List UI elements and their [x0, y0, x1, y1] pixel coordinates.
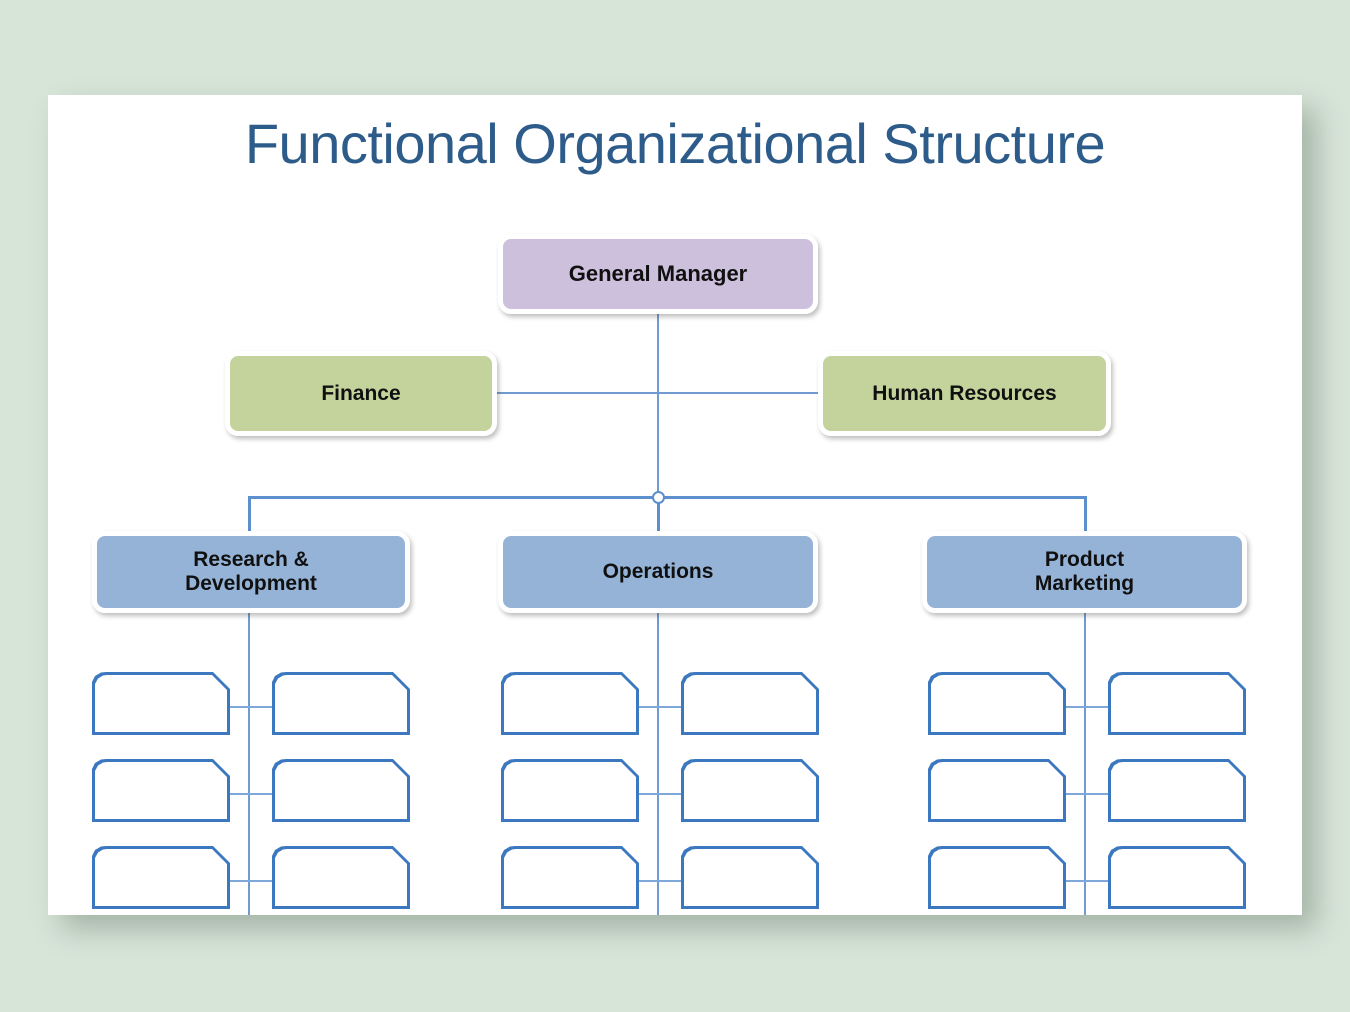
org-leaf-inner — [931, 675, 1063, 732]
org-leaf-box[interactable] — [92, 846, 230, 909]
leaf-stub — [230, 706, 272, 708]
org-leaf-box[interactable] — [681, 759, 819, 822]
org-node-label: Research & Development — [177, 548, 325, 595]
org-leaf-box[interactable] — [272, 846, 410, 909]
connector-gm-trunk — [657, 314, 659, 498]
org-leaf-inner — [931, 762, 1063, 819]
leaf-stub — [1066, 793, 1108, 795]
org-leaf-inner — [504, 849, 636, 906]
leaf-stub — [230, 880, 272, 882]
org-leaf-box[interactable] — [1108, 759, 1246, 822]
org-leaf-inner — [1111, 675, 1243, 732]
org-leaf-inner — [275, 849, 407, 906]
org-leaf-inner — [95, 675, 227, 732]
org-leaf-box[interactable] — [928, 672, 1066, 735]
connector-distribution-bar — [248, 496, 1086, 499]
org-leaf-box[interactable] — [928, 759, 1066, 822]
org-leaf-box[interactable] — [501, 846, 639, 909]
page-title: Functional Organizational Structure — [244, 112, 1106, 175]
org-node-label: Human Resources — [872, 381, 1057, 405]
org-node-product-marketing[interactable]: Product Marketing — [922, 531, 1247, 613]
connector-drop-left — [248, 496, 251, 531]
slide-canvas: Functional Organizational Structure Gene… — [0, 0, 1350, 1012]
org-node-general-manager[interactable]: General Manager — [498, 234, 818, 314]
org-node-label: Product Marketing — [1027, 548, 1142, 595]
org-leaf-box[interactable] — [272, 672, 410, 735]
leaf-stub — [1066, 880, 1108, 882]
org-node-label: General Manager — [568, 260, 748, 286]
org-leaf-inner — [684, 675, 816, 732]
org-leaf-box[interactable] — [681, 672, 819, 735]
connector-finance-hr — [497, 392, 818, 394]
org-leaf-box[interactable] — [1108, 846, 1246, 909]
org-leaf-box[interactable] — [1108, 672, 1246, 735]
spine-research-development — [248, 613, 250, 915]
connector-drop-right — [1084, 496, 1087, 531]
slide-panel: Functional Organizational Structure Gene… — [48, 95, 1302, 915]
leaf-stub — [639, 793, 681, 795]
org-leaf-box[interactable] — [92, 759, 230, 822]
org-node-human-resources[interactable]: Human Resources — [818, 351, 1111, 436]
junction-node — [652, 491, 665, 504]
org-leaf-inner — [1111, 762, 1243, 819]
org-leaf-box[interactable] — [272, 759, 410, 822]
org-leaf-inner — [504, 675, 636, 732]
org-leaf-inner — [275, 675, 407, 732]
org-leaf-box[interactable] — [681, 846, 819, 909]
org-leaf-inner — [275, 762, 407, 819]
org-node-operations[interactable]: Operations — [498, 531, 818, 613]
spine-product-marketing — [1084, 613, 1086, 915]
org-node-label: Operations — [602, 560, 714, 584]
org-leaf-box[interactable] — [92, 672, 230, 735]
org-node-finance[interactable]: Finance — [225, 351, 497, 436]
spine-operations — [657, 613, 659, 915]
org-leaf-inner — [95, 849, 227, 906]
org-leaf-box[interactable] — [501, 759, 639, 822]
org-leaf-inner — [1111, 849, 1243, 906]
leaf-stub — [1066, 706, 1108, 708]
org-leaf-box[interactable] — [928, 846, 1066, 909]
org-node-research-development[interactable]: Research & Development — [92, 531, 410, 613]
leaf-stub — [639, 880, 681, 882]
org-node-label-line1: Product — [1044, 548, 1125, 572]
org-node-label-line1: Research & — [193, 548, 309, 572]
org-leaf-inner — [504, 762, 636, 819]
org-node-label: Finance — [321, 381, 401, 405]
org-leaf-inner — [684, 762, 816, 819]
org-leaf-box[interactable] — [501, 672, 639, 735]
org-leaf-inner — [95, 762, 227, 819]
org-node-label-line2: Development — [185, 572, 317, 595]
org-leaf-inner — [931, 849, 1063, 906]
org-node-label-line2: Marketing — [1034, 572, 1135, 595]
leaf-stub — [639, 706, 681, 708]
org-leaf-inner — [684, 849, 816, 906]
leaf-stub — [230, 793, 272, 795]
